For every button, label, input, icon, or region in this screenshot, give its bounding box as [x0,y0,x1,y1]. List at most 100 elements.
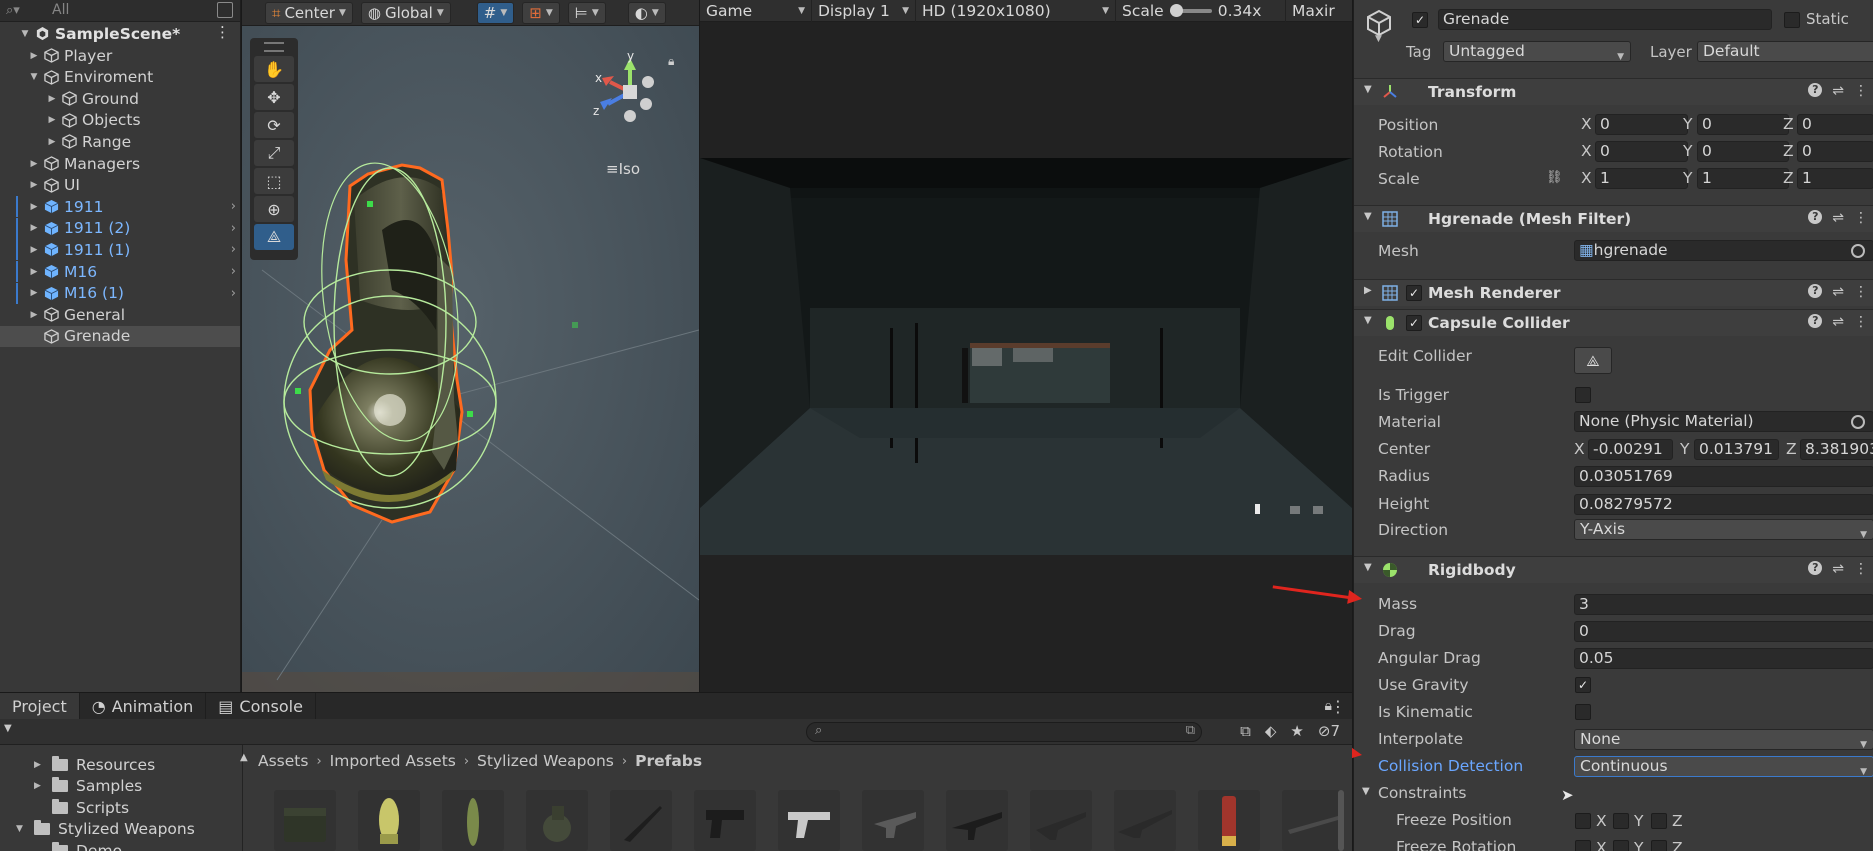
open-prefab-arrow-icon[interactable]: › [231,286,236,301]
hierarchy-item[interactable]: ▶ 1911 › [0,196,240,218]
tag-dropdown[interactable]: Untagged ▼ [1443,41,1631,62]
scene-root[interactable]: ▼ SampleScene* ⋮ [0,23,240,44]
vector-component-field[interactable]: 1 [1595,168,1688,189]
tab-project[interactable]: Project [0,693,80,719]
vector-component-field[interactable]: 8.381903 [1800,439,1873,460]
expand-arrow-icon[interactable]: ▶ [47,94,57,104]
search-options-icon[interactable]: ⧉ [1186,723,1195,738]
asset-thumbnail[interactable] [610,790,672,851]
open-prefab-arrow-icon[interactable]: › [231,221,236,236]
preset-sliders-icon[interactable]: ⇌ [1832,314,1844,330]
rect-tool-icon[interactable]: ⬚ [254,168,294,194]
preset-sliders-icon[interactable]: ⇌ [1832,561,1844,577]
active-checkbox[interactable]: ✓ [1412,12,1428,28]
asset-thumbnail[interactable] [526,790,588,851]
project-folder-item[interactable]: ▶ Samples [34,776,142,797]
hierarchy-item[interactable]: ▶ UI [0,175,240,196]
foldout-arrow-icon[interactable]: ▶ [1364,285,1372,296]
drag-field[interactable]: 0 [1574,621,1873,642]
scale-tool-icon[interactable]: ⤢ [254,140,294,166]
preset-sliders-icon[interactable]: ⇌ [1832,210,1844,226]
help-icon[interactable]: ? [1808,561,1823,575]
increment-snap-toggle[interactable]: ⊞ ▼ [522,1,560,24]
hierarchy-item[interactable]: ▶ M16 (1) › [0,282,240,304]
vector-component-field[interactable]: 0 [1797,114,1873,135]
move-tool-icon[interactable]: ✥ [254,84,294,110]
gizmo-lock-icon[interactable]: 🔒︎ [668,54,674,69]
asset-thumbnail[interactable] [694,790,756,851]
link-scale-icon[interactable]: ⛓ [1546,170,1563,185]
vector-component-field[interactable]: -0.00291 [1588,439,1673,460]
hidden-packages-icon[interactable]: ⊘7 [1318,722,1340,740]
project-folder-item[interactable]: ▼ Stylized Weapons [16,819,195,840]
asset-thumbnail[interactable] [1030,790,1092,851]
hierarchy-item[interactable]: ▶ M16 › [0,261,240,282]
kebab-menu-icon[interactable]: ⋮ [1854,314,1868,330]
vector-component-field[interactable]: 0.013791 [1694,439,1779,460]
asset-thumbnail[interactable] [358,790,420,851]
search-by-label-icon[interactable]: ⬖ [1265,722,1277,740]
tab-animation[interactable]: ◔ Animation [80,693,207,719]
foldout-arrow-icon[interactable]: ▼ [1364,315,1372,326]
foldout-arrow-icon[interactable]: ▼ [1364,84,1372,95]
scale-slider-thumb[interactable] [1169,3,1183,17]
hierarchy-item[interactable]: ▶ Range [0,131,240,152]
palette-drag-handle[interactable] [264,42,284,52]
asset-thumbnail[interactable] [778,790,840,851]
open-prefab-arrow-icon[interactable]: › [231,264,236,279]
asset-thumbnail[interactable] [946,790,1008,851]
expand-arrow-icon[interactable]: ▼ [16,824,28,834]
expand-arrow-icon[interactable]: ▶ [29,223,39,233]
expand-arrow-icon[interactable]: ▶ [29,288,39,298]
expand-arrow-icon[interactable]: ▶ [29,159,39,169]
material-object-field[interactable]: None (Physic Material) [1574,411,1873,432]
hierarchy-item[interactable]: ▶ General [0,304,240,325]
search-by-type-icon[interactable]: ⧉ [1240,722,1251,740]
ruler-toggle[interactable]: ⊨ ▼ [567,1,606,24]
space-dropdown[interactable]: ◍ Global ▼ [360,1,451,24]
radius-field[interactable]: 0.03051769 [1574,466,1873,487]
pivot-dropdown[interactable]: ⌗ Center ▼ [265,1,353,24]
preset-sliders-icon[interactable]: ⇌ [1832,284,1844,300]
height-field[interactable]: 0.08279572 [1574,494,1873,515]
hierarchy-item[interactable]: Grenade [0,325,240,347]
vector-component-field[interactable]: 0 [1697,114,1789,135]
freeze-axis-checkbox[interactable] [1613,840,1629,851]
project-folder-item[interactable]: Demo [34,840,122,851]
kebab-menu-icon[interactable]: ⋮ [1854,561,1868,577]
maximize-dropdown[interactable]: Maxir [1286,0,1352,22]
expand-arrow-icon[interactable]: ▶ [29,310,39,320]
help-icon[interactable]: ? [1808,284,1823,298]
layer-dropdown[interactable]: Default▼ [1697,41,1873,62]
asset-thumbnail[interactable] [274,790,336,851]
angular-drag-field[interactable]: 0.05 [1574,648,1873,669]
mesh-filter-header[interactable]: ▼ Hgrenade (Mesh Filter) ? ⇌ ⋮ [1354,205,1873,232]
edit-collider-button[interactable]: ⟁ [1574,347,1612,374]
draw-mode-dropdown[interactable]: ◐ ▼ [627,1,666,24]
hierarchy-item[interactable]: ▶ Managers [0,153,240,174]
breadcrumb-item[interactable]: Assets [258,752,308,770]
expand-arrow-icon[interactable]: ▶ [29,245,39,255]
tab-console[interactable]: ▤ Console [206,693,316,719]
vector-component-field[interactable]: 1 [1697,168,1789,189]
component-enabled-checkbox[interactable]: ✓ [1406,315,1422,331]
breadcrumb-item[interactable]: Imported Assets [330,752,456,770]
breadcrumb-item[interactable]: Stylized Weapons [477,752,614,770]
favorites-star-icon[interactable]: ★ [1290,722,1303,740]
breadcrumb-item[interactable]: Prefabs [635,752,702,770]
game-render[interactable] [700,158,1352,555]
freeze-axis-checkbox[interactable] [1575,813,1591,829]
edit-collider-tool-icon[interactable]: ⟁ [254,224,294,250]
kebab-menu-icon[interactable]: ⋮ [1330,697,1346,716]
asset-thumbnail[interactable] [1114,790,1176,851]
asset-thumbnail[interactable] [1282,790,1344,851]
hierarchy-item[interactable]: ▶ 1911 (2) › [0,217,240,239]
vector-component-field[interactable]: 0 [1697,141,1789,162]
expand-arrow-icon[interactable]: ▶ [34,760,46,770]
object-picker-icon[interactable] [1851,415,1865,429]
freeze-axis-checkbox[interactable] [1613,813,1629,829]
expand-arrow-icon[interactable]: ▼ [20,29,30,39]
view-type-dropdown[interactable]: Game ▼ [700,0,812,22]
hierarchy-item[interactable]: ▶ Ground [0,88,240,109]
collision-detection-dropdown[interactable]: Continuous ▼ [1574,756,1873,777]
